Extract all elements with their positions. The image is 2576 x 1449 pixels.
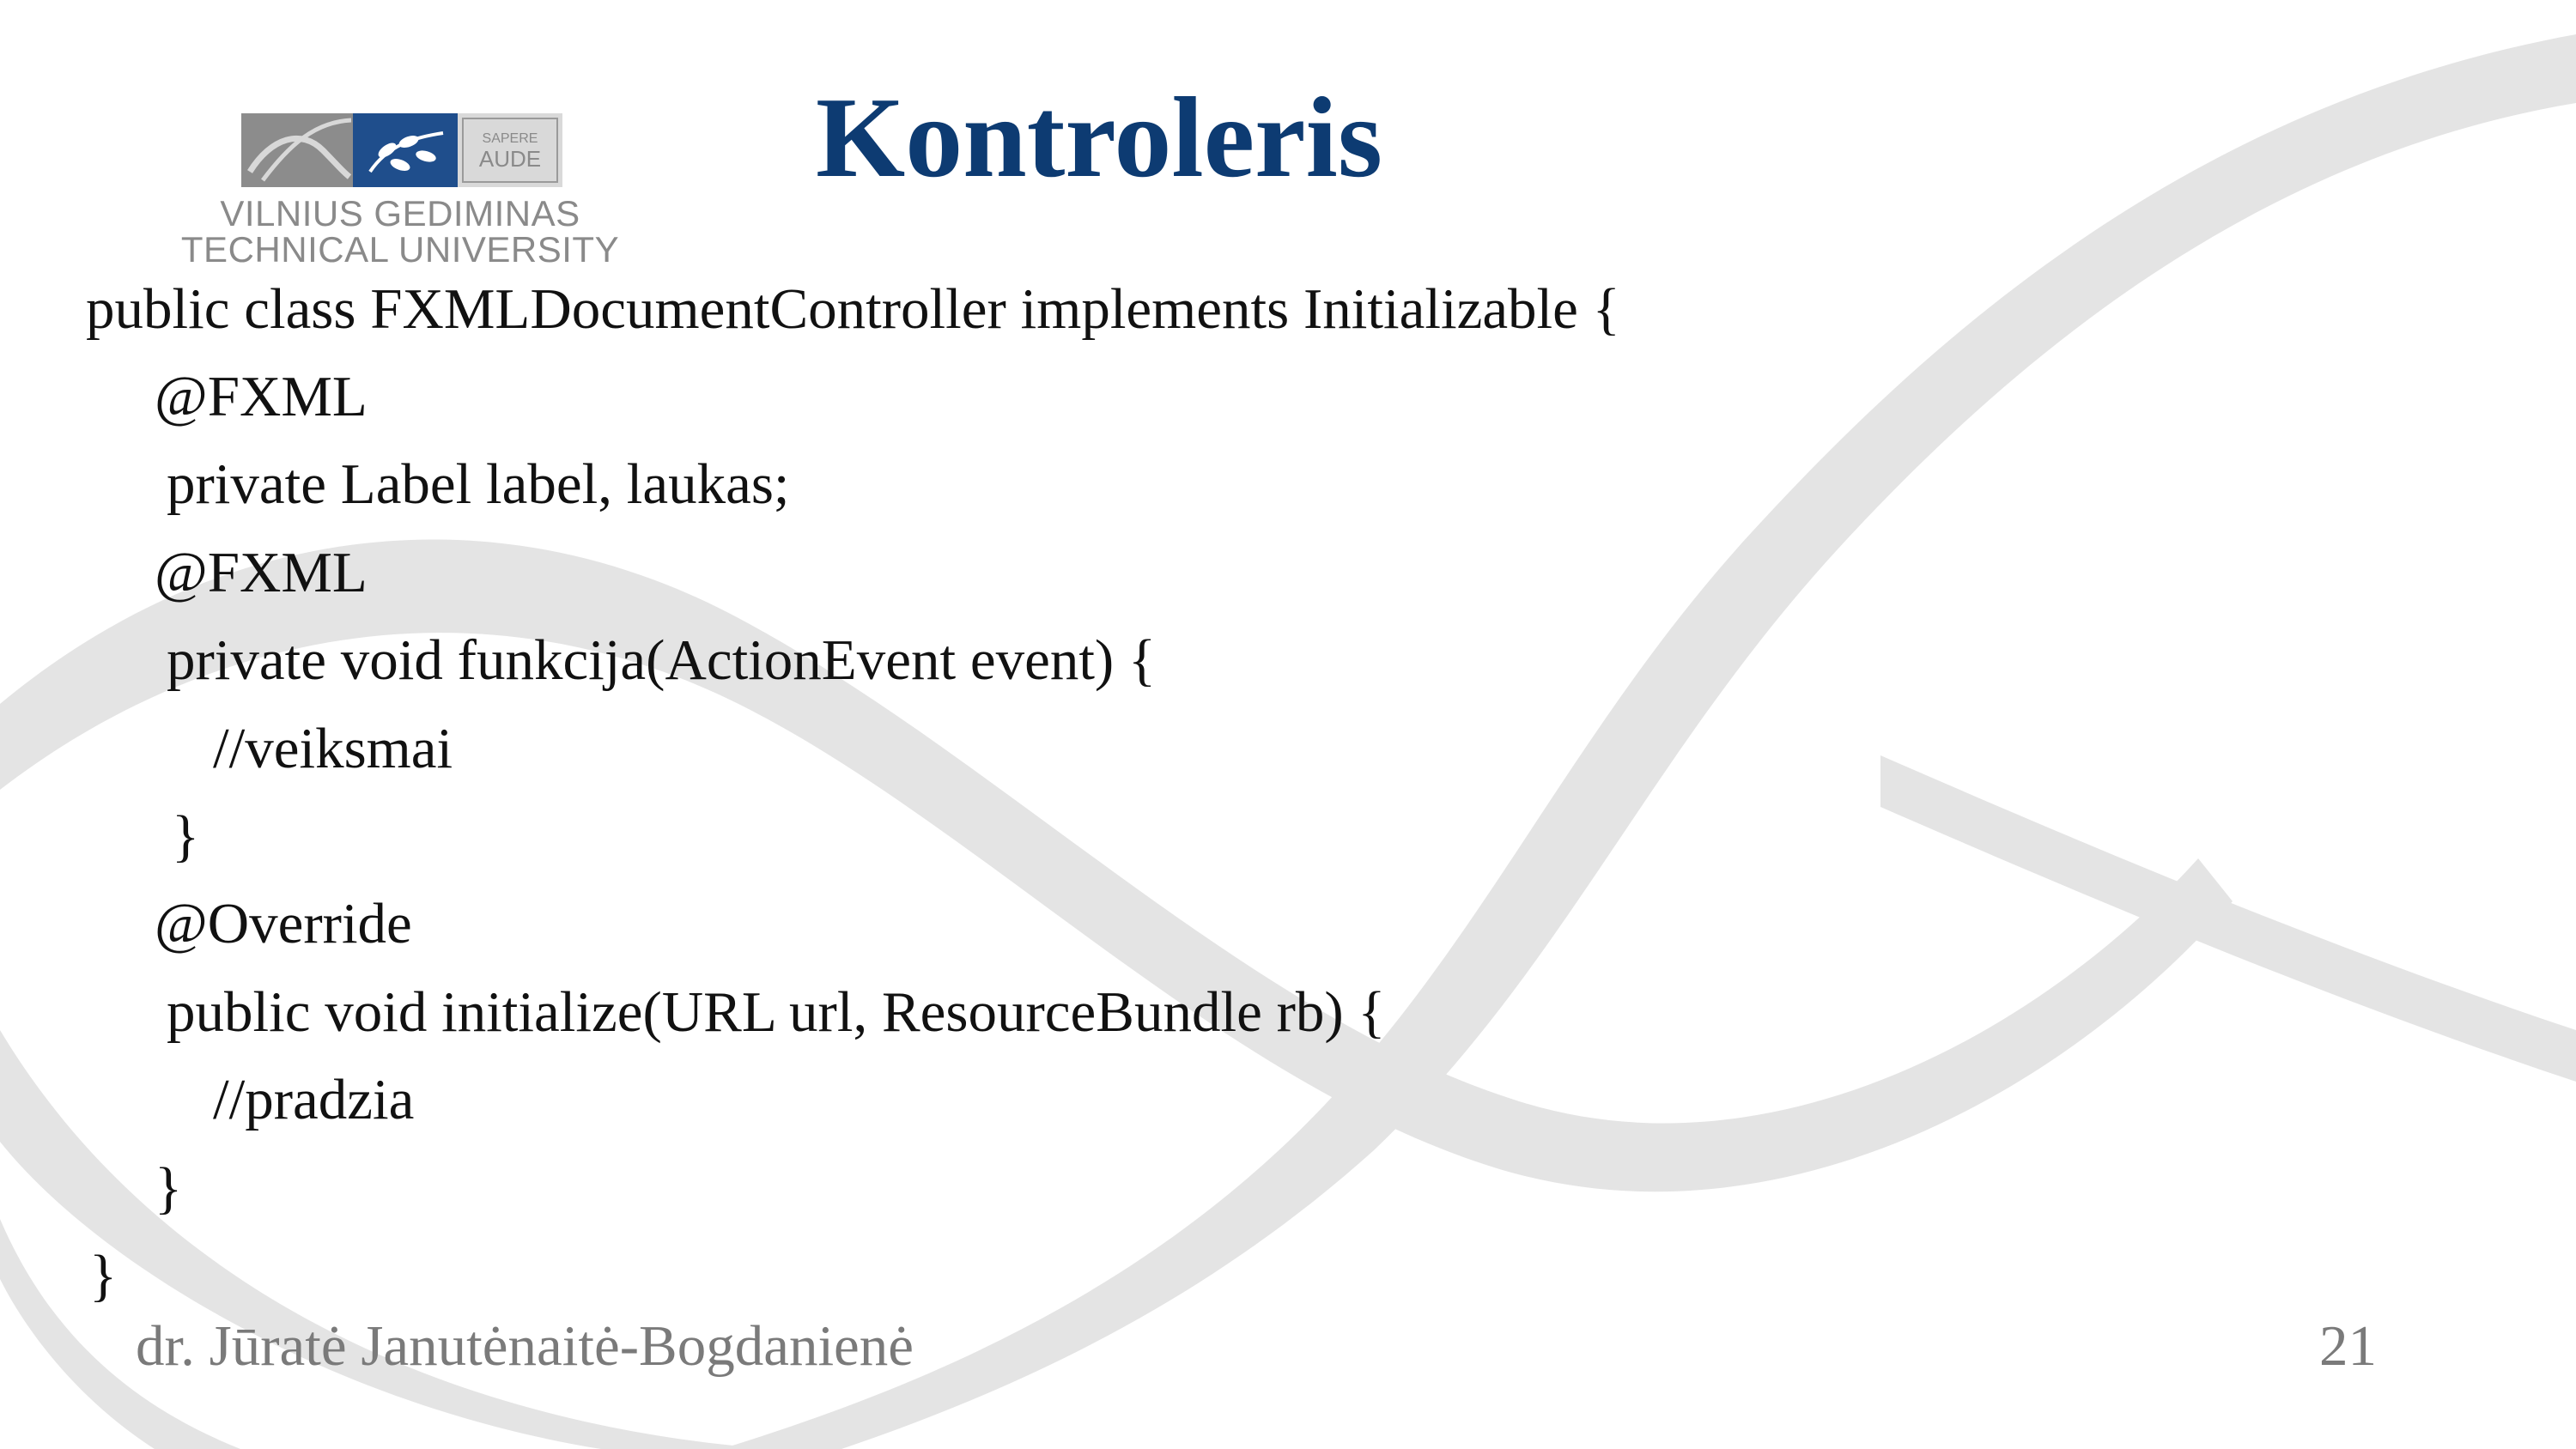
code-line: }	[89, 1244, 118, 1307]
logo-text-line2: TECHNICAL UNIVERSITY	[180, 229, 620, 270]
page-number: 21	[2319, 1314, 2377, 1378]
code-line: //veiksmai	[213, 717, 453, 780]
code-line: //pradzia	[213, 1068, 415, 1131]
university-logo: SAPERE AUDE VILNIUS GEDIMINAS TECHNICAL …	[117, 108, 683, 280]
logo-text-line1: VILNIUS GEDIMINAS	[220, 193, 580, 233]
slide: SAPERE AUDE VILNIUS GEDIMINAS TECHNICAL …	[0, 0, 2576, 1449]
logo-badge-line1: SAPERE	[483, 131, 538, 146]
slide-title: Kontroleris	[816, 74, 1382, 201]
code-line: public void initialize(URL url, Resource…	[167, 980, 1386, 1044]
footer-author: dr. Jūratė Janutėnaitė-Bogdanienė	[136, 1314, 914, 1378]
code-line: @Override	[155, 892, 412, 955]
logo-badge-line2: AUDE	[479, 146, 541, 172]
code-line: @FXML	[155, 365, 368, 428]
code-line: private void funkcija(ActionEvent event)…	[167, 628, 1157, 692]
code-line: public class FXMLDocumentController impl…	[86, 277, 1620, 341]
code-line: }	[172, 804, 200, 868]
code-line: private Label label, laukas;	[167, 452, 790, 516]
logo-emblem-icon: SAPERE AUDE	[241, 113, 562, 187]
code-line: @FXML	[155, 541, 368, 604]
code-line: }	[155, 1156, 183, 1220]
